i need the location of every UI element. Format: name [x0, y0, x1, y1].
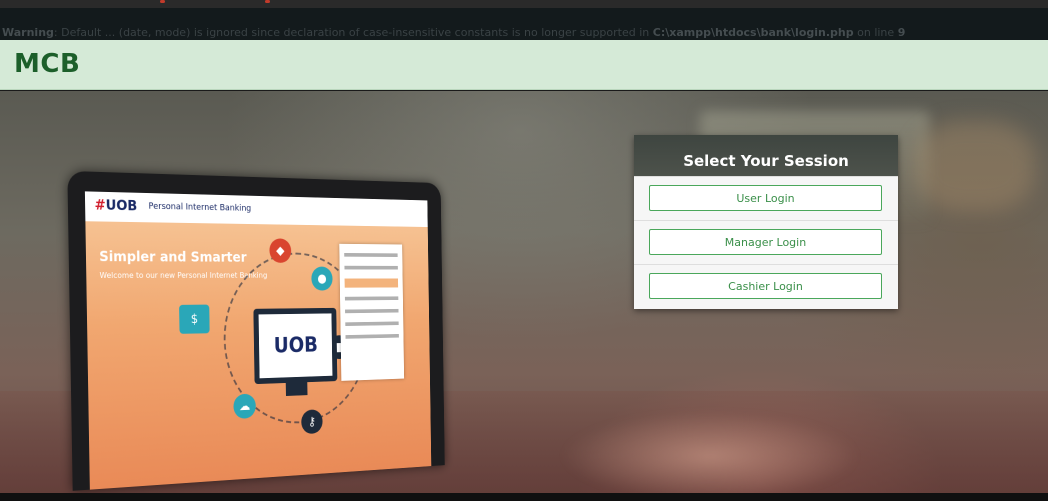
user-login-button[interactable]: User Login	[649, 185, 882, 211]
warning-line-number: 9	[897, 26, 906, 39]
monitor-logo: UOB	[258, 313, 333, 379]
brand-logo[interactable]: MCB	[14, 49, 80, 79]
warning-label: Warning	[2, 26, 54, 39]
warning-message: : Default ... (date, mode) is ignored si…	[53, 26, 650, 39]
side-card-illustration	[339, 243, 405, 381]
session-row: Manager Login	[634, 220, 898, 264]
session-header: Select Your Session	[634, 135, 898, 176]
warning-line-prefix: on line	[857, 26, 895, 39]
app-label: Personal Internet Banking	[148, 201, 252, 214]
session-row: User Login	[634, 176, 898, 220]
session-title: Select Your Session	[683, 152, 849, 170]
dollar-icon: $	[179, 304, 210, 334]
uob-logo-mark: #	[94, 197, 106, 214]
cloud-icon: ☁	[233, 393, 256, 420]
session-row: Cashier Login	[634, 264, 898, 309]
screen-subline: Welcome to our new Personal Internet Ban…	[99, 271, 268, 280]
tab-indicator	[160, 0, 165, 3]
monitor-illustration: UOB	[253, 307, 338, 385]
key-icon: ⚷	[301, 409, 323, 435]
uob-logo: #UOB	[94, 198, 137, 215]
background-hand	[560, 411, 860, 493]
tab-indicator	[265, 0, 270, 3]
session-panel: Select Your Session User Login Manager L…	[634, 135, 898, 309]
laptop-image: #UOB Personal Internet Banking Simpler a…	[67, 170, 445, 491]
screen-headline: Simpler and Smarter	[99, 249, 247, 266]
shield-icon: ◆	[269, 238, 292, 263]
cashier-login-button[interactable]: Cashier Login	[649, 273, 882, 299]
uob-logo-text: UOB	[105, 197, 138, 215]
warning-path: C:\xampp\htdocs\bank\login.php	[652, 26, 854, 39]
site-header: MCB	[0, 40, 1048, 90]
screen-header: #UOB Personal Internet Banking	[84, 191, 428, 228]
laptop-screen: #UOB Personal Internet Banking Simpler a…	[84, 191, 432, 490]
background-lamp	[915, 121, 1035, 211]
bottom-taskbar	[0, 493, 1048, 501]
monitor-stand	[285, 382, 308, 396]
hero-background: #UOB Personal Internet Banking Simpler a…	[0, 91, 1048, 493]
php-warning: Warning: Default ... (date, mode) is ign…	[0, 8, 1048, 40]
coins-icon: ●	[311, 266, 333, 291]
manager-login-button[interactable]: Manager Login	[649, 229, 882, 255]
browser-top-strip	[0, 0, 1048, 8]
